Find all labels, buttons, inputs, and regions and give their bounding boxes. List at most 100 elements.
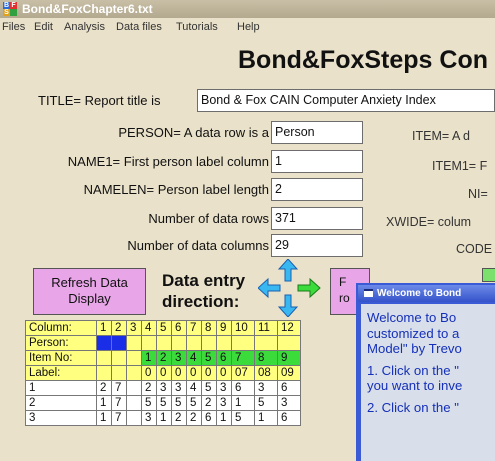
data-columns-label: Number of data columns (127, 238, 269, 253)
grid-cell[interactable] (126, 350, 142, 366)
grid-cell[interactable]: 3 (254, 380, 278, 396)
grid-cell[interactable]: 2 (141, 380, 157, 396)
grid-cell[interactable] (126, 395, 142, 411)
grid-cell[interactable]: 07 (231, 365, 255, 381)
welcome-paragraph-2: 1. Click on the " you want to inve (367, 363, 495, 394)
grid-cell-person-marker[interactable] (96, 335, 112, 351)
grid-cell[interactable]: 3 (141, 410, 157, 426)
welcome-dialog[interactable]: Welcome to Bond Welcome to Bo customized… (356, 283, 495, 461)
menu-tutorials[interactable]: Tutorials (176, 21, 218, 33)
grid-cell-item[interactable]: 3 (171, 350, 187, 366)
arrow-up-icon[interactable] (277, 259, 299, 282)
grid-cell[interactable] (277, 335, 301, 351)
grid-cell[interactable]: 0 (201, 365, 217, 381)
title-input[interactable]: Bond & Fox CAIN Computer Anxiety Index (197, 89, 495, 112)
grid-cell-item[interactable]: 6 (216, 350, 232, 366)
window-icon (364, 289, 373, 298)
grid-cell-item[interactable]: 8 (254, 350, 278, 366)
namelen-input[interactable]: 2 (271, 178, 363, 201)
grid-cell[interactable]: 0 (186, 365, 202, 381)
grid-cell[interactable] (126, 380, 142, 396)
grid-cell: 8 (201, 320, 217, 336)
arrow-right-icon[interactable] (297, 277, 321, 299)
grid-cell[interactable]: 5 (171, 395, 187, 411)
grid-cell-item[interactable]: 1 (141, 350, 157, 366)
grid-cell-item[interactable]: 9 (277, 350, 301, 366)
menu-files[interactable]: Files (2, 21, 25, 33)
grid-cell[interactable]: 5 (254, 395, 278, 411)
grid-cell[interactable]: 2 (96, 380, 112, 396)
xwide-label: XWIDE= colum (386, 215, 472, 229)
grid-cell[interactable]: 0 (171, 365, 187, 381)
grid-cell[interactable]: 4 (186, 380, 202, 396)
grid-cell[interactable]: 7 (111, 395, 127, 411)
grid-cell[interactable] (141, 335, 157, 351)
menu-data-files[interactable]: Data files (116, 21, 162, 33)
menu-analysis[interactable]: Analysis (64, 21, 105, 33)
grid-cell[interactable] (126, 365, 142, 381)
grid-cell[interactable]: 3 (156, 380, 172, 396)
person-label: PERSON= A data row is a (118, 125, 269, 140)
grid-cell[interactable] (156, 335, 172, 351)
grid-cell[interactable]: 3 (277, 395, 301, 411)
grid-cell[interactable]: 08 (254, 365, 278, 381)
grid-cell[interactable]: 3 (216, 395, 232, 411)
grid-cell-item[interactable]: 4 (186, 350, 202, 366)
welcome-dialog-title-bar[interactable]: Welcome to Bond (358, 285, 495, 302)
grid-cell[interactable]: 0 (156, 365, 172, 381)
grid-cell[interactable] (186, 335, 202, 351)
grid-cell[interactable]: 1 (156, 410, 172, 426)
grid-cell[interactable]: 1 (254, 410, 278, 426)
grid-cell[interactable]: 3 (171, 380, 187, 396)
grid-cell[interactable]: 5 (231, 410, 255, 426)
grid-cell[interactable]: 09 (277, 365, 301, 381)
grid-cell[interactable]: 2 (171, 410, 187, 426)
data-columns-input[interactable]: 29 (271, 234, 363, 257)
arrow-down-icon[interactable] (277, 294, 299, 317)
data-entry-direction-label: Data entry direction: (162, 270, 245, 312)
grid-cell-item[interactable]: 5 (201, 350, 217, 366)
grid-cell[interactable]: 2 (186, 410, 202, 426)
grid-cell[interactable] (216, 335, 232, 351)
grid-cell[interactable]: 1 (96, 410, 112, 426)
bond-fox-app-icon[interactable]: B F S (3, 2, 17, 16)
grid-cell-person-marker[interactable] (111, 335, 127, 351)
grid-cell[interactable] (254, 335, 278, 351)
grid-cell[interactable]: 1 (96, 395, 112, 411)
grid-cell[interactable] (231, 335, 255, 351)
grid-cell[interactable] (96, 350, 112, 366)
grid-cell-item[interactable]: 7 (231, 350, 255, 366)
grid-cell[interactable] (111, 365, 127, 381)
grid-cell[interactable]: 3 (216, 380, 232, 396)
grid-cell[interactable] (201, 335, 217, 351)
grid-cell[interactable]: 0 (216, 365, 232, 381)
grid-cell[interactable] (126, 335, 142, 351)
grid-cell[interactable]: 6 (231, 380, 255, 396)
grid-cell[interactable]: 0 (141, 365, 157, 381)
green-button[interactable] (482, 268, 495, 282)
grid-cell[interactable] (96, 365, 112, 381)
grid-cell[interactable]: 6 (277, 410, 301, 426)
grid-cell[interactable]: 5 (201, 380, 217, 396)
grid-cell[interactable] (171, 335, 187, 351)
grid-cell[interactable]: 5 (141, 395, 157, 411)
grid-cell[interactable]: 5 (186, 395, 202, 411)
arrow-left-icon[interactable] (258, 277, 281, 299)
grid-cell[interactable]: 7 (111, 410, 127, 426)
data-rows-input[interactable]: 371 (271, 207, 363, 230)
refresh-data-display-button[interactable]: Refresh Data Display (33, 268, 146, 315)
name1-input[interactable]: 1 (271, 150, 363, 173)
grid-cell[interactable]: 1 (216, 410, 232, 426)
grid-cell[interactable]: 2 (201, 395, 217, 411)
grid-cell[interactable]: 6 (201, 410, 217, 426)
person-input[interactable]: Person (271, 121, 363, 144)
grid-cell[interactable] (126, 410, 142, 426)
menu-edit[interactable]: Edit (34, 21, 53, 33)
grid-cell[interactable]: 5 (156, 395, 172, 411)
grid-cell[interactable]: 1 (231, 395, 255, 411)
grid-cell[interactable]: 6 (277, 380, 301, 396)
grid-cell[interactable] (111, 350, 127, 366)
grid-cell[interactable]: 7 (111, 380, 127, 396)
menu-help[interactable]: Help (237, 21, 260, 33)
grid-cell-item[interactable]: 2 (156, 350, 172, 366)
